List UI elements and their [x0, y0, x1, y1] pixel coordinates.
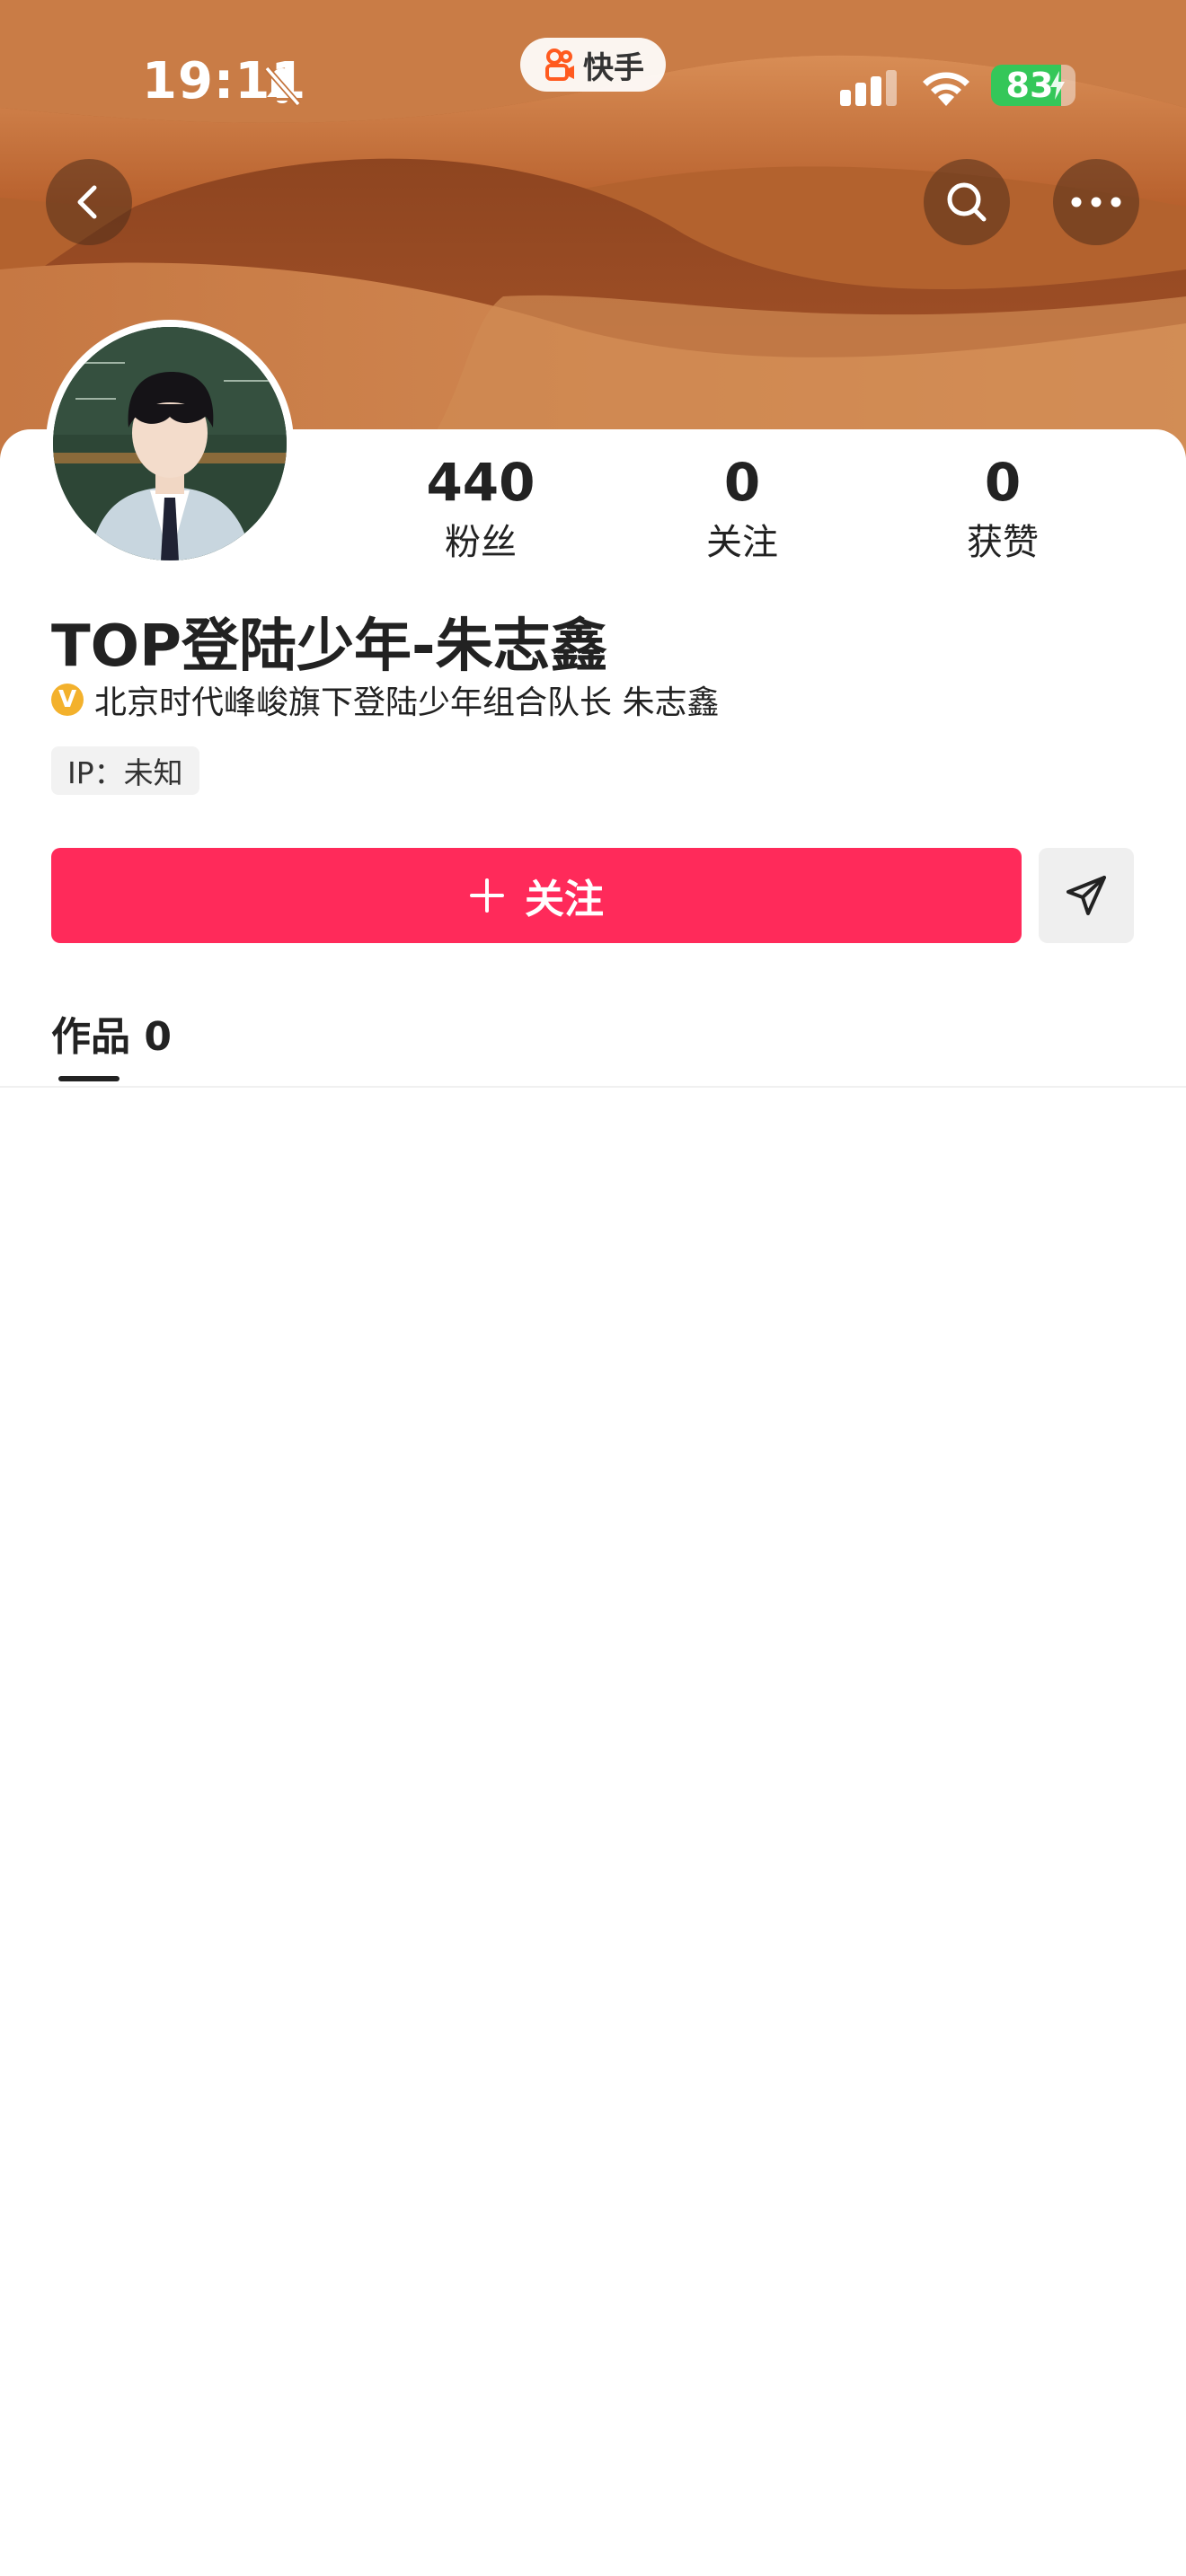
chevron-left-icon — [77, 185, 97, 219]
fans-count: 440 — [426, 452, 535, 513]
search-button[interactable] — [924, 159, 1010, 245]
more-button[interactable] — [1053, 159, 1139, 245]
following-label: 关注 — [706, 522, 778, 563]
charging-bolt-icon — [1050, 71, 1065, 100]
verified-badge-icon: V — [51, 684, 84, 716]
send-icon — [1067, 876, 1106, 915]
search-icon — [947, 182, 987, 222]
battery-indicator: 83 — [991, 65, 1075, 106]
follow-label: 关注 — [525, 877, 604, 922]
avatar-photo — [53, 327, 287, 560]
avatar[interactable] — [46, 320, 294, 568]
tab-active-indicator — [58, 1076, 119, 1081]
likes-count: 0 — [984, 452, 1022, 513]
stat-likes[interactable]: 0 获赞 — [904, 454, 1102, 565]
stat-following[interactable]: 0 关注 — [643, 454, 841, 565]
cellular-signal-icon — [840, 70, 897, 106]
profile-name: TOP登陆少年-朱志鑫 — [51, 613, 608, 680]
kuaishou-logo-icon — [545, 49, 574, 81]
back-button[interactable] — [46, 159, 132, 245]
profile-screen: 19:11 快手 83 440 粉丝 0 关注 0 获赞 TOP登陆少年-朱志鑫… — [0, 0, 1186, 2576]
tab-works[interactable]: 作品 0 — [51, 1004, 172, 1062]
tab-divider — [0, 1086, 1186, 1088]
stat-fans[interactable]: 440 粉丝 — [382, 454, 580, 565]
verification-text: 北京时代峰峻旗下登陆少年组合队长 朱志鑫 — [94, 684, 720, 721]
app-switch-pill[interactable]: 快手 — [520, 38, 666, 92]
more-icon — [1071, 197, 1121, 207]
wifi-icon — [923, 72, 969, 106]
battery-level: 83 — [1005, 66, 1054, 105]
plus-icon — [470, 878, 504, 913]
verification-row: V 北京时代峰峻旗下登陆少年组合队长 朱志鑫 — [51, 676, 719, 723]
follow-button[interactable]: 关注 — [51, 848, 1022, 943]
bell-mute-icon — [264, 66, 301, 107]
send-message-button[interactable] — [1039, 848, 1134, 943]
fans-label: 粉丝 — [445, 522, 517, 563]
ip-location-tag: IP：未知 — [51, 746, 199, 795]
likes-label: 获赞 — [967, 522, 1039, 563]
following-count: 0 — [723, 452, 761, 513]
app-name: 快手 — [583, 49, 644, 86]
